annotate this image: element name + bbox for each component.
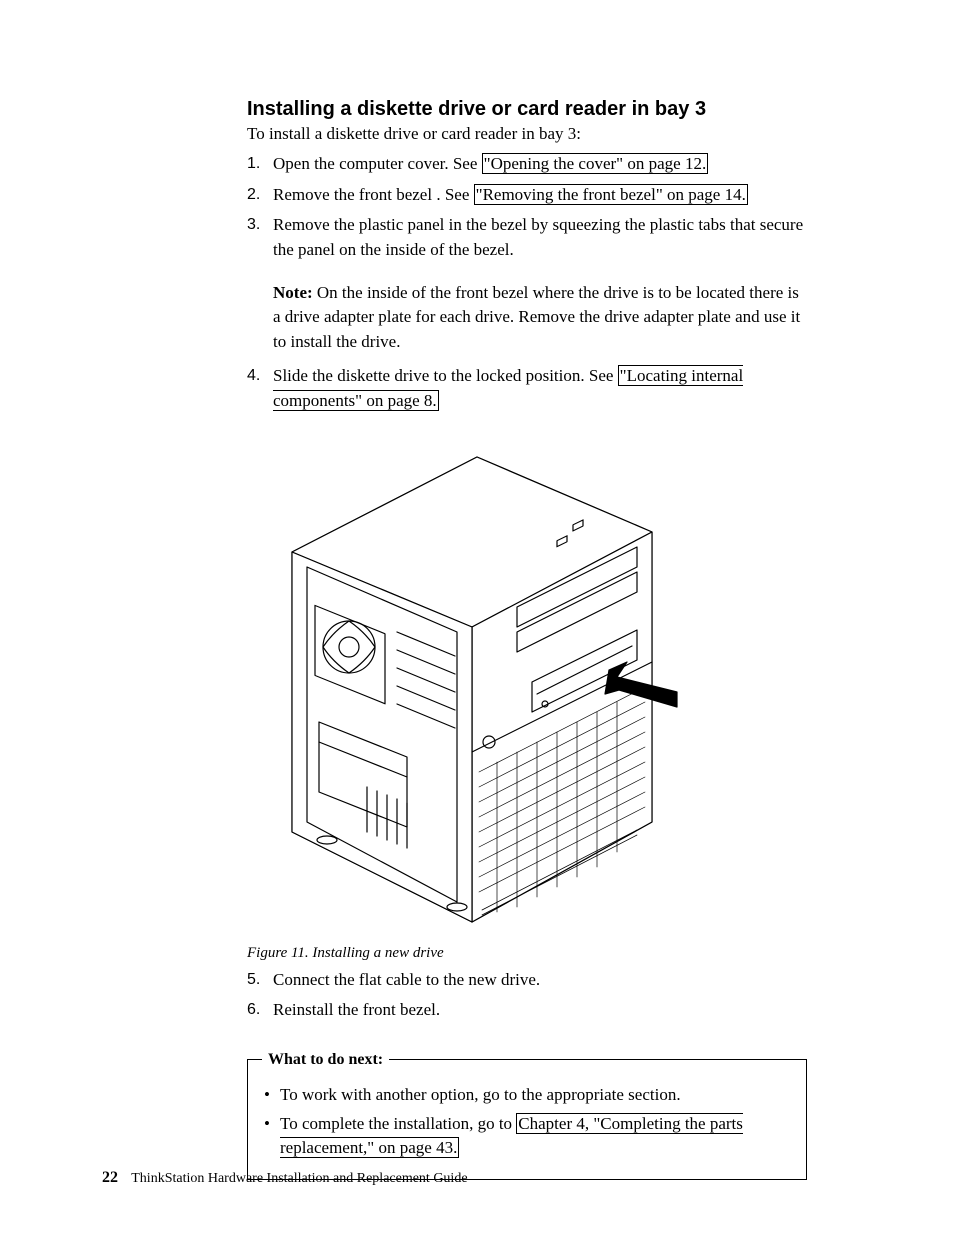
what-to-do-next-box: What to do next: To work with another op… [247,1051,807,1180]
step-text: Remove the front bezel . See [273,185,474,204]
doc-title: ThinkStation Hardware Installation and R… [131,1171,467,1186]
nextbox-list: To work with another option, go to the a… [262,1083,792,1161]
page-footer: 22 ThinkStation Hardware Installation an… [102,1169,468,1187]
intro-text: To install a diskette drive or card read… [247,123,807,146]
figure-caption: Figure 11. Installing a new drive [247,945,807,962]
step-number: 3. [247,213,260,236]
nextbox-text: To complete the installation, go to [280,1114,516,1133]
nextbox-text: To work with another option, go to the a… [280,1085,681,1104]
computer-tower-illustration [257,432,687,932]
xref-removing-bezel[interactable]: "Removing the front bezel" on page 14. [474,184,748,205]
page-number: 22 [102,1169,118,1186]
page-content: Installing a diskette drive or card read… [247,98,807,1180]
note-text: On the inside of the front bezel where t… [273,283,800,351]
step-text: Open the computer cover. See [273,154,482,173]
step-4: 4. Slide the diskette drive to the locke… [247,364,807,413]
figure: Figure 11. Installing a new drive [247,432,807,962]
step-text: Connect the flat cable to the new drive. [273,970,540,989]
step-number: 6. [247,998,260,1021]
step-2: 2. Remove the front bezel . See "Removin… [247,183,807,208]
section-heading: Installing a diskette drive or card read… [247,98,807,121]
step-text: Reinstall the front bezel. [273,1000,440,1019]
xref-opening-cover[interactable]: "Opening the cover" on page 12. [482,153,709,174]
step-number: 2. [247,183,260,206]
step-1: 1. Open the computer cover. See "Opening… [247,152,807,177]
step-number: 1. [247,152,260,175]
step-number: 5. [247,968,260,991]
step-text: Slide the diskette drive to the locked p… [273,366,618,385]
document-page: Installing a diskette drive or card read… [0,0,954,1235]
procedure-list-continued: 5. Connect the flat cable to the new dri… [247,968,807,1023]
procedure-list: 1. Open the computer cover. See "Opening… [247,152,807,414]
step-3: 3. Remove the plastic panel in the bezel… [247,213,807,354]
step-text: Remove the plastic panel in the bezel by… [273,215,803,259]
note-block: Note: On the inside of the front bezel w… [273,281,807,355]
step-number: 4. [247,364,260,387]
step-5: 5. Connect the flat cable to the new dri… [247,968,807,993]
nextbox-item: To complete the installation, go to Chap… [262,1112,792,1161]
nextbox-legend: What to do next: [262,1051,389,1069]
step-6: 6. Reinstall the front bezel. [247,998,807,1023]
nextbox-item: To work with another option, go to the a… [262,1083,792,1108]
note-label: Note: [273,283,313,302]
